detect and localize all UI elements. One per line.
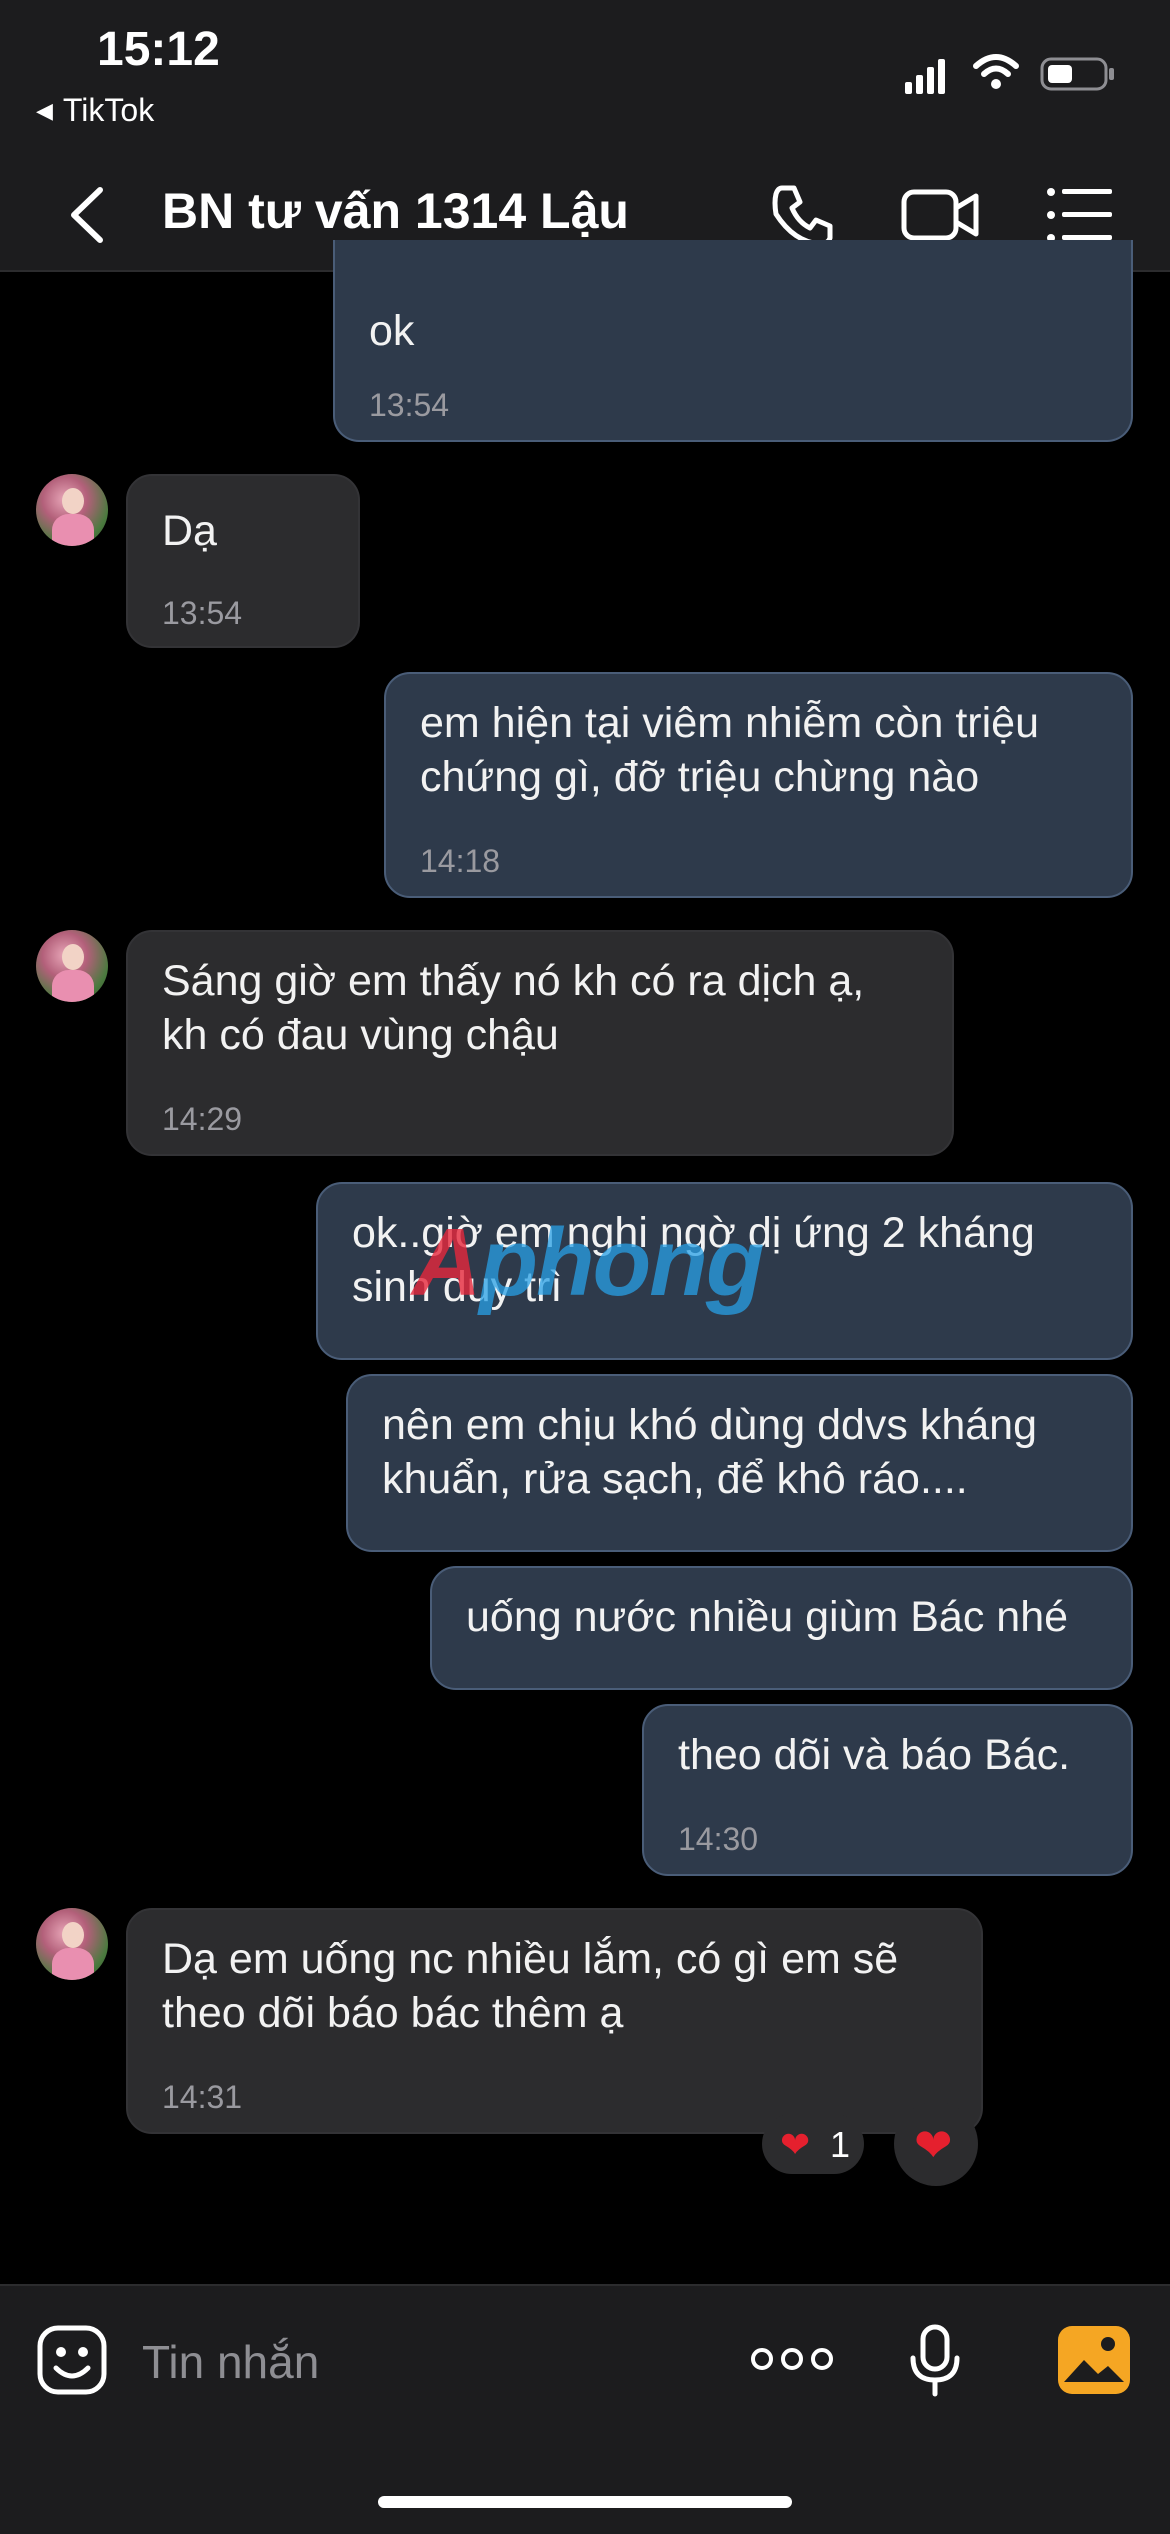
message-time: 14:31 xyxy=(162,2079,243,2115)
contact-avatar[interactable] xyxy=(36,1908,108,1980)
react-heart-button[interactable]: ❤ xyxy=(894,2102,978,2186)
video-camera-icon[interactable] xyxy=(900,182,980,248)
list-menu-icon[interactable] xyxy=(1046,184,1112,246)
message-text: theo dõi và báo Bác. xyxy=(678,1731,1071,1779)
message-text: Dạ xyxy=(162,507,217,555)
message-composer xyxy=(0,2284,1170,2534)
reaction-count: 1 xyxy=(830,2124,851,2165)
message-time: 14:18 xyxy=(420,843,501,879)
photo-gallery-icon[interactable] xyxy=(1056,2324,1132,2396)
status-bar: 15:12 ◀ TikTok xyxy=(0,0,1170,160)
chat-title[interactable]: BN tư vấn 1314 Lậu xyxy=(162,182,629,240)
message-text: uống nước nhiều giùm Bác nhé xyxy=(466,1593,1069,1641)
contact-avatar[interactable] xyxy=(36,930,108,1002)
home-indicator[interactable] xyxy=(378,2496,792,2508)
message-bubble-outgoing[interactable]: theo dõi và báo Bác. 14:30 xyxy=(642,1704,1133,1876)
watermark-logo: Aphong xyxy=(412,1209,765,1316)
emoji-sticker-icon[interactable] xyxy=(36,2324,108,2396)
message-time: 13:54 xyxy=(369,387,450,423)
message-bubble-outgoing[interactable]: em hiện tại viêm nhiễm còn triệu chứng g… xyxy=(384,672,1133,898)
message-text: Dạ em uống nc nhiều lắm, có gì em sẽ the… xyxy=(162,1935,899,2037)
message-text: em hiện tại viêm nhiễm còn triệu chứng g… xyxy=(420,699,1040,801)
more-options-icon[interactable] xyxy=(750,2342,834,2376)
back-chevron-icon[interactable] xyxy=(58,180,118,250)
message-text: ok xyxy=(369,307,415,355)
message-bubble-incoming[interactable]: Dạ em uống nc nhiều lắm, có gì em sẽ the… xyxy=(126,1908,983,2134)
back-app-label: TikTok xyxy=(62,92,155,128)
cellular-signal-icon xyxy=(905,59,945,94)
message-bubble-outgoing[interactable]: uống nước nhiều giùm Bác nhé xyxy=(430,1566,1133,1690)
message-input[interactable] xyxy=(140,2326,704,2398)
wifi-icon xyxy=(973,54,1019,89)
message-time: 14:30 xyxy=(678,1821,759,1857)
message-text: Sáng giờ em thấy nó kh có ra dịch ạ, kh … xyxy=(162,957,865,1059)
heart-icon: ❤ xyxy=(914,2119,953,2171)
heart-icon: ❤ xyxy=(780,2124,811,2165)
back-to-app-link[interactable]: ◀ TikTok xyxy=(36,92,154,129)
message-text: nên em chịu khó dùng ddvs kháng khuẩn, r… xyxy=(382,1401,1038,1503)
message-bubble-outgoing[interactable]: nên em chịu khó dùng ddvs kháng khuẩn, r… xyxy=(346,1374,1133,1552)
message-bubble-incoming[interactable]: Sáng giờ em thấy nó kh có ra dịch ạ, kh … xyxy=(126,930,954,1156)
message-bubble-outgoing[interactable]: ok 13:54 xyxy=(333,240,1133,442)
message-time: 13:54 xyxy=(162,595,243,631)
reaction-summary[interactable]: ❤ 1 xyxy=(762,2114,864,2174)
battery-icon xyxy=(1040,57,1114,91)
message-bubble-incoming[interactable]: Dạ 13:54 xyxy=(126,474,360,648)
back-triangle-icon: ◀ xyxy=(36,98,53,123)
microphone-icon[interactable] xyxy=(908,2324,962,2398)
message-time: 14:29 xyxy=(162,1101,243,1137)
contact-avatar[interactable] xyxy=(36,474,108,546)
status-time: 15:12 xyxy=(97,23,220,76)
